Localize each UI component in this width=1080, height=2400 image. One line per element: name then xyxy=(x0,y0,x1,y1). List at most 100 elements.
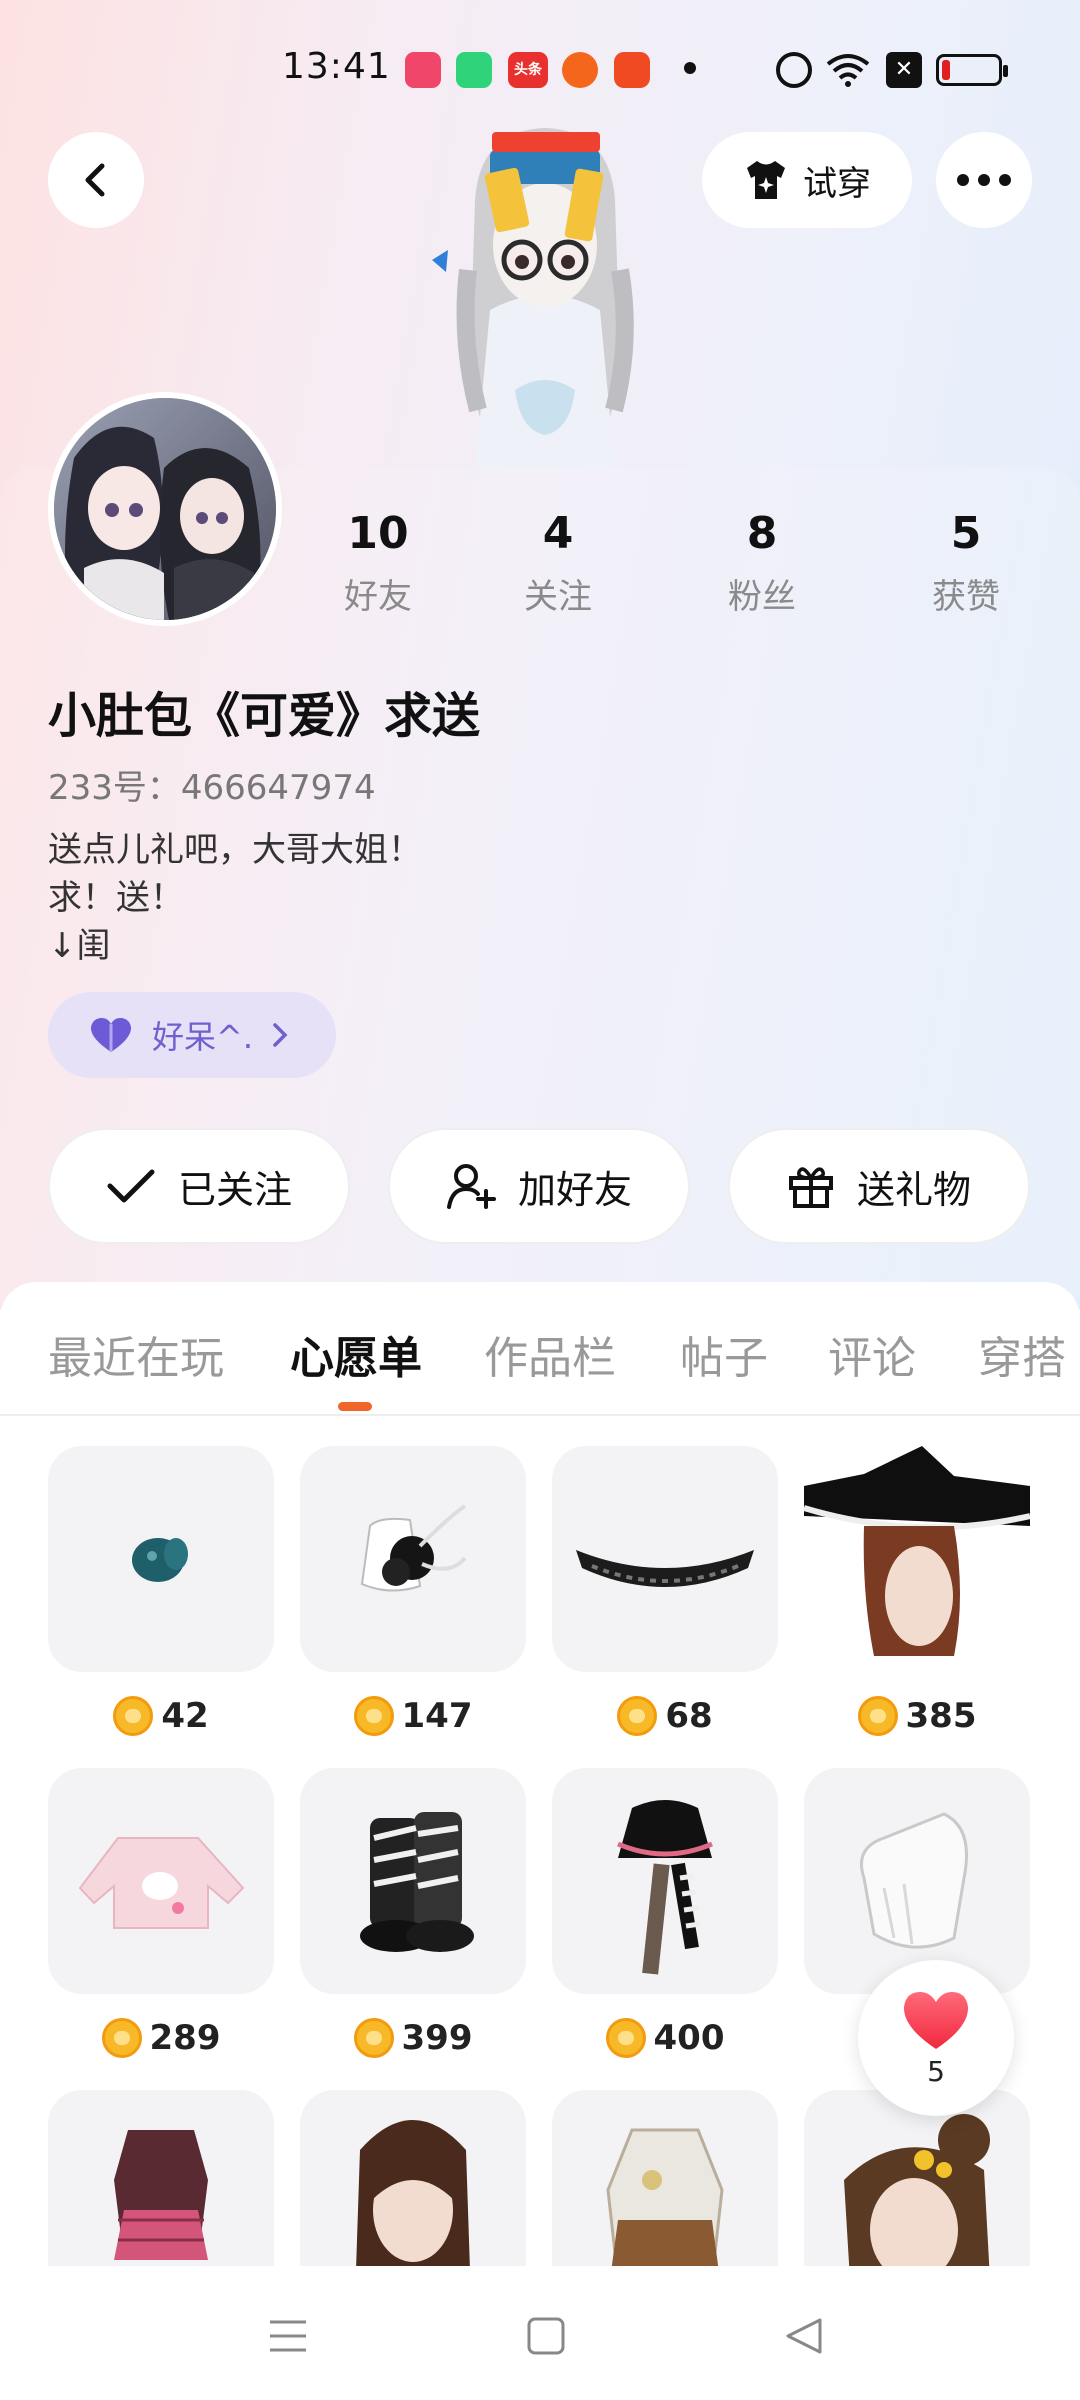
item-price: 399 xyxy=(300,2016,526,2060)
item-thumbnail xyxy=(48,1446,274,1672)
item-price-value: 42 xyxy=(161,1696,209,1736)
tab-works[interactable]: 作品栏 xyxy=(484,1322,616,1386)
system-navigation-bar xyxy=(0,2266,1080,2400)
stat-friends-value: 10 xyxy=(347,508,409,559)
followed-label: 已关注 xyxy=(177,1167,292,1212)
item-thumbnail xyxy=(48,1768,274,1994)
stat-following[interactable]: 4 关注 xyxy=(488,508,628,618)
home-button[interactable] xyxy=(516,2306,576,2366)
avatar-image xyxy=(54,398,276,620)
item-thumbnail xyxy=(552,1446,778,1672)
coin-icon xyxy=(353,1696,394,1736)
check-icon xyxy=(107,1169,155,1203)
relationship-tag-label: 好呆^. xyxy=(152,1018,253,1056)
item-price-value: 147 xyxy=(401,1696,473,1736)
item-price: 289 xyxy=(48,2016,274,2060)
stat-fans-value: 8 xyxy=(746,508,778,559)
user-avatar[interactable] xyxy=(48,392,282,626)
active-tab-indicator xyxy=(338,1402,372,1411)
user-3d-avatar-figure[interactable] xyxy=(420,110,670,470)
coin-icon xyxy=(617,1696,658,1736)
coin-icon xyxy=(605,2018,646,2058)
x-app-icon: ✕ xyxy=(886,52,922,88)
wishlist-item[interactable]: 147 xyxy=(300,1446,526,1738)
tab-wishlist[interactable]: 心愿单 xyxy=(290,1322,422,1386)
item-price: 385 xyxy=(804,1694,1030,1738)
wishlist-item[interactable]: 68 xyxy=(552,1446,778,1738)
stat-likes[interactable]: 5 获赞 xyxy=(896,508,1036,618)
alarm-icon xyxy=(776,52,812,88)
followed-button[interactable]: 已关注 xyxy=(48,1128,350,1244)
item-thumbnail xyxy=(300,1446,526,1672)
profile-bio: 送点儿礼吧，大哥大姐！ 求！送！ ↓闺 xyxy=(48,830,422,966)
shirt-icon xyxy=(747,161,785,199)
wishlist-item[interactable]: 400 xyxy=(552,1768,778,2060)
wishlist-item[interactable]: 399 xyxy=(300,1768,526,2060)
profile-tabs: 最近在玩 心愿单 作品栏 帖子 评论 穿搭 xyxy=(0,1310,1080,1402)
stat-friends[interactable]: 10 好友 xyxy=(308,508,448,618)
coin-icon xyxy=(857,1696,898,1736)
tabs-divider xyxy=(0,1414,1080,1416)
tab-comments[interactable]: 评论 xyxy=(828,1322,916,1386)
stat-friends-label: 好友 xyxy=(344,577,412,617)
more-button[interactable] xyxy=(936,132,1032,228)
notification-dot xyxy=(684,62,696,74)
stat-fans-label: 粉丝 xyxy=(728,577,796,617)
gift-icon xyxy=(788,1167,833,1208)
app-icon xyxy=(614,52,650,88)
battery-icon xyxy=(936,54,1008,86)
item-thumbnail xyxy=(804,1446,1030,1672)
item-thumbnail xyxy=(804,1768,1030,1994)
tab-outfits[interactable]: 穿搭 xyxy=(978,1322,1066,1386)
battery-app-icon xyxy=(456,52,492,88)
item-thumbnail xyxy=(300,1768,526,1994)
try-on-button[interactable]: 试穿 xyxy=(702,132,912,228)
back-button[interactable] xyxy=(48,132,144,228)
like-button[interactable]: 5 xyxy=(858,1960,1014,2116)
back-nav-button[interactable] xyxy=(774,2306,834,2366)
wishlist-item[interactable]: 42 xyxy=(48,1446,274,1738)
item-price-value: 385 xyxy=(905,1696,977,1736)
stat-likes-value: 5 xyxy=(950,508,982,559)
item-price: 68 xyxy=(552,1694,778,1738)
wishlist-item[interactable]: 289 xyxy=(48,1768,274,2060)
tab-posts[interactable]: 帖子 xyxy=(680,1322,768,1386)
square-icon xyxy=(527,2317,565,2355)
item-price-value: 399 xyxy=(401,2018,473,2058)
heart-icon xyxy=(903,1991,969,2049)
add-friend-label: 加好友 xyxy=(517,1167,632,1212)
chevron-right-icon xyxy=(273,1023,288,1047)
try-on-label: 试穿 xyxy=(803,163,871,204)
item-price-value: 400 xyxy=(653,2018,725,2058)
toutiao-icon: 头条 xyxy=(508,52,548,88)
wishlist-item[interactable]: 385 xyxy=(804,1446,1030,1738)
item-thumbnail xyxy=(552,1768,778,1994)
profile-uid: 233号：466647974 xyxy=(48,768,376,808)
item-price-value: 289 xyxy=(149,2018,221,2058)
add-friend-button[interactable]: 加好友 xyxy=(388,1128,690,1244)
stat-fans[interactable]: 8 粉丝 xyxy=(692,508,832,618)
chevron-left-icon xyxy=(85,163,105,197)
coin-icon xyxy=(113,1696,154,1736)
add-user-icon xyxy=(446,1164,496,1209)
tab-recently-played[interactable]: 最近在玩 xyxy=(48,1322,224,1386)
app-icon xyxy=(562,52,598,88)
like-count: 5 xyxy=(927,2054,945,2088)
more-dots-icon xyxy=(957,174,1011,186)
triangle-back-icon xyxy=(786,2318,822,2354)
relationship-tag[interactable]: 好呆^. xyxy=(48,992,336,1078)
stat-following-label: 关注 xyxy=(524,577,592,617)
item-price: 400 xyxy=(552,2016,778,2060)
wifi-icon xyxy=(826,52,870,88)
menu-button[interactable] xyxy=(258,2306,318,2366)
coin-icon xyxy=(353,2018,394,2058)
status-bar: 13:41 头条 ✕ xyxy=(0,40,1080,100)
profile-name: 小肚包《可爱》求送 xyxy=(48,688,481,744)
item-price: 147 xyxy=(300,1694,526,1738)
send-gift-label: 送礼物 xyxy=(856,1167,971,1212)
menu-icon xyxy=(270,2320,306,2352)
stat-following-value: 4 xyxy=(542,508,574,559)
status-time: 13:41 xyxy=(282,46,391,87)
music-app-icon xyxy=(405,52,441,88)
send-gift-button[interactable]: 送礼物 xyxy=(728,1128,1030,1244)
